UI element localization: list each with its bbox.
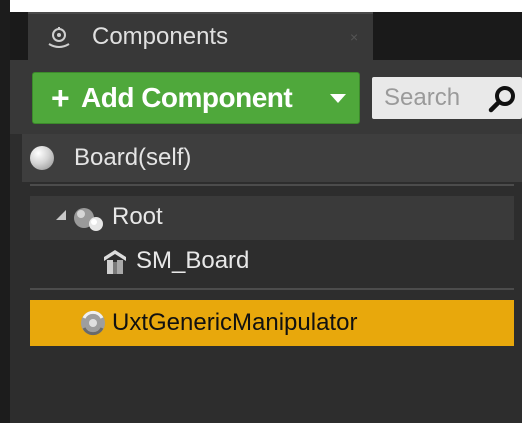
scene-component-icon	[74, 208, 103, 231]
add-component-button[interactable]: + Add Component	[32, 72, 360, 124]
chevron-down-icon	[330, 94, 346, 103]
close-icon[interactable]: ×	[350, 30, 358, 44]
tree-item-uxt-generic-manipulator[interactable]: UxtGenericManipulator	[30, 300, 514, 346]
self-item[interactable]: Board(self)	[22, 134, 522, 182]
divider	[30, 288, 514, 290]
components-panel-window: Components × + Add Component Board(self)	[0, 0, 527, 423]
search-box	[372, 77, 522, 119]
search-input[interactable]	[372, 77, 484, 119]
left-edge	[0, 0, 10, 423]
tab-bar: Components ×	[10, 12, 522, 60]
self-item-label: Board(self)	[74, 144, 192, 171]
add-component-label: Add Component	[81, 82, 293, 113]
search-icon[interactable]	[486, 83, 518, 115]
sphere-icon	[30, 146, 54, 170]
tree-item-sm-board[interactable]: SM_Board	[30, 240, 514, 284]
components-toolbar: + Add Component	[10, 60, 522, 134]
static-mesh-icon	[104, 250, 126, 274]
tab-components[interactable]: Components ×	[28, 12, 373, 60]
tree-item-label: SM_Board	[136, 247, 250, 274]
tree-item-root[interactable]: Root	[30, 196, 514, 240]
divider	[30, 184, 514, 186]
plus-icon: +	[51, 80, 70, 116]
tree-item-label: UxtGenericManipulator	[112, 309, 358, 336]
components-icon	[48, 27, 70, 48]
tab-title: Components	[92, 23, 229, 50]
actor-component-icon	[81, 310, 105, 336]
tree-item-label: Root	[112, 203, 163, 230]
expand-arrow-icon[interactable]	[56, 210, 66, 220]
